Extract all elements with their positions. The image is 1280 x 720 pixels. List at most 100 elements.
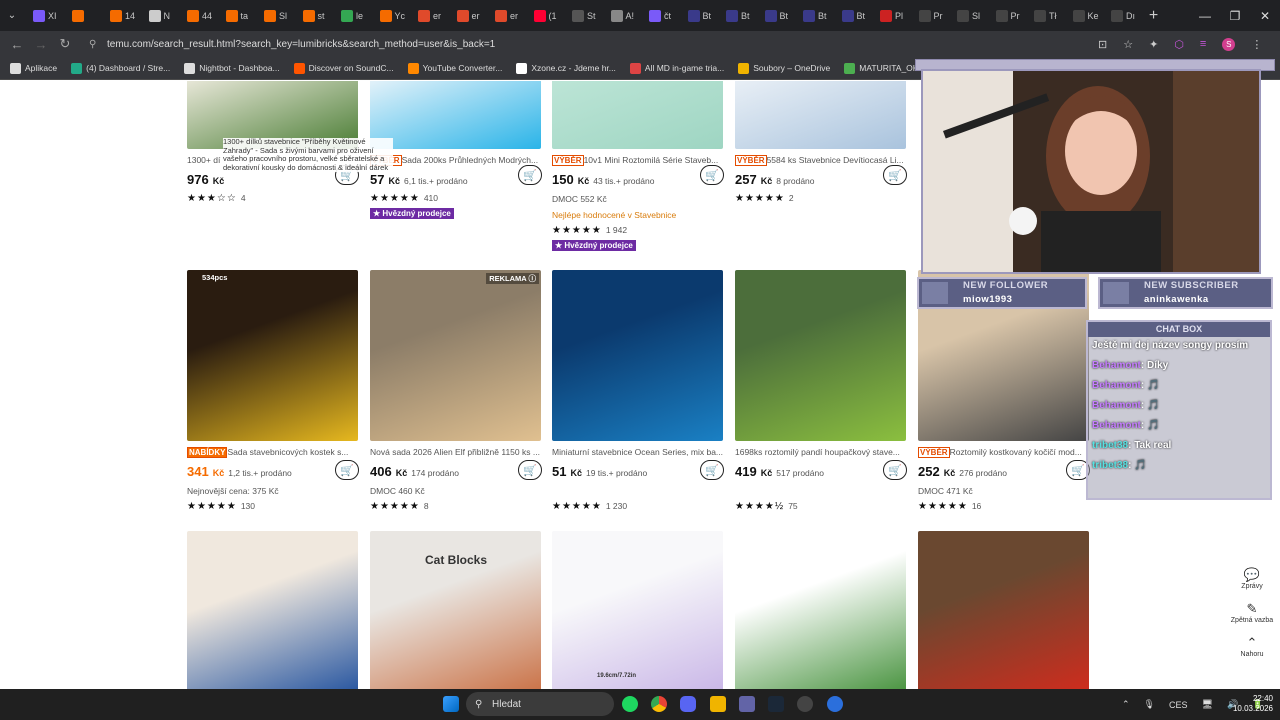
browser-tab[interactable]: Sl [948, 3, 987, 29]
product-image[interactable]: 19.6cm/7.72in [552, 531, 723, 689]
reload-icon[interactable]: ↻ [53, 36, 77, 52]
browser-tab[interactable]: Tł [1025, 3, 1064, 29]
browser-tab[interactable]: Ke [1064, 3, 1103, 29]
product-card[interactable]: 1698ks roztomilý pandí houpačkový stave.… [735, 270, 907, 513]
maximize-icon[interactable]: ❐ [1220, 0, 1250, 31]
discord-icon[interactable] [680, 696, 696, 712]
add-to-cart-icon[interactable]: 🛒 [700, 165, 724, 185]
browser-tab[interactable]: A! [602, 3, 641, 29]
profile-avatar[interactable]: S [1222, 37, 1236, 51]
side-button[interactable]: ⌃ Nahoru [1230, 635, 1274, 658]
product-image[interactable] [918, 531, 1089, 689]
add-to-cart-icon[interactable]: 🛒 [883, 165, 907, 185]
browser-tab[interactable]: Bt [794, 3, 833, 29]
bookmark-star-icon[interactable]: ☆ [1123, 38, 1133, 51]
bookmark-item[interactable]: Aplikace [10, 62, 57, 74]
product-title[interactable]: VÝBĚRSada 200ks Průhledných Modrých... [370, 154, 542, 166]
product-card[interactable]: VÝBĚR 5584 ks Stavebnice Devítiocasá Li..… [735, 81, 907, 205]
product-title[interactable]: VÝBĚR 10v1 Mini Roztomilá Série Staveb... [552, 154, 724, 166]
browser-tab[interactable]: Pr [910, 3, 949, 29]
browser-tab[interactable]: XI [24, 3, 63, 29]
product-image[interactable]: REKLAMA ⓘ [370, 270, 541, 441]
language-indicator[interactable]: CES [1169, 700, 1188, 710]
product-card[interactable] [735, 531, 907, 689]
product-title[interactable]: Miniaturní stavebnice Ocean Series, mix … [552, 446, 724, 458]
back-icon[interactable]: ← [5, 37, 29, 52]
product-image[interactable] [552, 270, 723, 441]
chrome-icon[interactable] [651, 696, 667, 712]
extension-icon[interactable]: ✦ [1149, 38, 1158, 51]
bookmark-item[interactable]: (4) Dashboard / Stre... [71, 62, 170, 74]
product-image[interactable] [187, 531, 358, 689]
app-icon[interactable] [827, 696, 843, 712]
product-image[interactable] [735, 270, 906, 441]
tab-search-icon[interactable]: ⌄ [0, 10, 24, 21]
browser-tab[interactable]: N [140, 3, 179, 29]
browser-tab[interactable]: Bt [717, 3, 756, 29]
product-card[interactable]: Cat Blocks [370, 531, 542, 689]
teams-icon[interactable] [739, 696, 755, 712]
product-card[interactable]: 534pcs NABÍDKY Sada stavebnicových kostek … [187, 270, 359, 513]
product-card[interactable] [187, 531, 359, 689]
browser-tab[interactable]: Sl [255, 3, 294, 29]
product-image[interactable]: 534pcs [187, 270, 358, 441]
browser-tab[interactable]: Bt [833, 3, 872, 29]
add-to-cart-icon[interactable]: 🛒 [700, 460, 724, 480]
start-icon[interactable] [443, 696, 459, 712]
browser-tab[interactable]: er [409, 3, 448, 29]
bookmark-item[interactable]: MATURITA_OKRUH... [844, 62, 944, 74]
browser-tab[interactable]: Dı [1102, 3, 1141, 29]
browser-tab[interactable]: 44 [178, 3, 217, 29]
browser-tab[interactable]: st [294, 3, 333, 29]
extensions-puzzle-icon[interactable]: ⬡ [1174, 38, 1184, 51]
product-card[interactable]: REKLAMA ⓘ Nová sada 2026 Alien Elf přibli… [370, 270, 542, 513]
product-card[interactable]: VÝBĚR 10v1 Mini Roztomilá Série Staveb...… [552, 81, 724, 251]
bookmark-item[interactable]: Soubory – OneDrive [738, 62, 830, 74]
product-image[interactable] [552, 81, 723, 149]
product-image[interactable] [735, 81, 906, 149]
install-app-icon[interactable]: ⊡ [1098, 38, 1107, 51]
product-title[interactable]: VÝBĚR Roztomilý kostkovaný kočičí mod... [918, 446, 1090, 458]
microphone-icon[interactable]: 🎙 [1144, 699, 1155, 710]
steam-icon[interactable] [768, 696, 784, 712]
tray-chevron-icon[interactable]: ⌃ [1122, 699, 1130, 710]
browser-tab[interactable]: Pl [871, 3, 910, 29]
site-info-icon[interactable]: ⚲ [89, 39, 96, 50]
taskbar-search[interactable]: ⚲ Hledat [466, 692, 614, 716]
close-window-icon[interactable]: ✕ [1250, 0, 1280, 31]
browser-tab[interactable]: le [332, 3, 371, 29]
product-image[interactable] [735, 531, 906, 689]
product-card[interactable]: Miniaturní stavebnice Ocean Series, mix … [552, 270, 724, 513]
minimize-icon[interactable]: — [1190, 0, 1220, 31]
forward-icon[interactable]: → [29, 37, 53, 52]
product-card[interactable] [918, 531, 1090, 689]
network-icon[interactable]: 🖥 [1202, 699, 1213, 710]
product-card[interactable]: 19.6cm/7.72in [552, 531, 724, 689]
product-image[interactable]: Cat Blocks [370, 531, 541, 689]
bookmark-item[interactable]: YouTube Converter... [407, 62, 502, 74]
bookmark-item[interactable]: Nightbot - Dashboa... [184, 62, 280, 74]
bookmark-item[interactable]: Xzone.cz - Jdeme hr... [516, 62, 616, 74]
side-button[interactable]: ✎ Zpětná vazba [1230, 601, 1274, 624]
add-to-cart-icon[interactable]: 🛒 [518, 165, 542, 185]
browser-tab[interactable]: čt [640, 3, 679, 29]
clock[interactable]: 22:40 10.03.2026 [1228, 694, 1273, 714]
add-to-cart-icon[interactable]: 🛒 [883, 460, 907, 480]
product-title[interactable]: 1698ks roztomilý pandí houpačkový stave.… [735, 446, 907, 458]
browser-tab[interactable]: (1 [525, 3, 564, 29]
browser-tab[interactable]: Pr [987, 3, 1026, 29]
browser-tab[interactable]: ta [217, 3, 256, 29]
browser-tab[interactable]: Yc [371, 3, 410, 29]
product-title[interactable]: NABÍDKY Sada stavebnicových kostek s... [187, 446, 359, 458]
bookmark-item[interactable]: All MD in-game tria... [629, 62, 724, 74]
reading-list-icon[interactable]: ≡ [1200, 38, 1206, 51]
product-image[interactable] [370, 81, 541, 149]
obs-icon[interactable] [797, 696, 813, 712]
file-explorer-icon[interactable] [710, 696, 726, 712]
bookmark-item[interactable]: Discover on SoundC... [293, 62, 394, 74]
best-rated-note[interactable]: Nejlépe hodnocené v Stavebnice [552, 208, 724, 222]
product-title[interactable]: VÝBĚR 5584 ks Stavebnice Devítiocasá Li..… [735, 154, 907, 166]
product-title[interactable]: Nová sada 2026 Alien Elf přibližně 1150 … [370, 446, 542, 458]
product-card[interactable]: VÝBĚRSada 200ks Průhledných Modrých... 57… [370, 81, 542, 219]
browser-tab[interactable] [63, 3, 102, 29]
